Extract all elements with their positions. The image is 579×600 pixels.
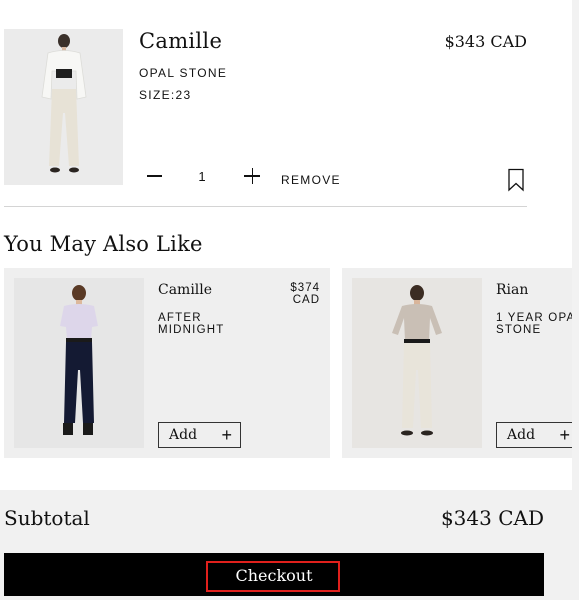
product-photo-icon: [4, 29, 123, 185]
checkout-label: Checkout: [235, 566, 313, 585]
recommendation-color-line1: 1 YEAR OPAL: [496, 312, 572, 324]
add-to-cart-button[interactable]: Add +: [158, 422, 241, 448]
product-photo-icon: [352, 278, 482, 448]
quantity-increase-button[interactable]: [241, 165, 263, 187]
recommendation-name[interactable]: Rian: [496, 282, 528, 298]
recommendation-color-line1: AFTER: [158, 312, 202, 324]
item-size: SIZE:23: [139, 88, 192, 102]
plus-icon: +: [559, 425, 570, 445]
add-label: Add: [507, 427, 536, 443]
subtotal-label: Subtotal: [4, 506, 90, 530]
recommendation-image[interactable]: [14, 278, 144, 448]
recommendation-color-line2: MIDNIGHT: [158, 324, 225, 336]
item-name[interactable]: Camille: [139, 29, 222, 53]
divider: [4, 206, 527, 207]
cart-footer: Subtotal $343 CAD Checkout: [0, 490, 579, 600]
scrollbar[interactable]: [572, 0, 579, 490]
recommendation-image[interactable]: [352, 278, 482, 448]
plus-icon: +: [221, 425, 232, 445]
quantity-value: 1: [198, 169, 206, 184]
add-to-cart-button[interactable]: Add +: [496, 422, 572, 448]
recommendations-title: You May Also Like: [4, 232, 203, 256]
recommendation-name[interactable]: Camille: [158, 282, 212, 298]
subtotal-value: $343 CAD: [440, 506, 544, 530]
add-label: Add: [169, 427, 198, 443]
bookmark-icon[interactable]: [507, 168, 525, 192]
cart-item: Camille $343 CAD OPAL STONE SIZE:23 1 RE…: [0, 0, 572, 207]
recommendation-color: AFTER MIDNIGHT: [158, 312, 224, 336]
quantity-decrease-button[interactable]: [143, 165, 165, 187]
checkout-button[interactable]: Checkout: [4, 553, 544, 596]
product-photo-icon: [14, 278, 144, 448]
recommendation-card[interactable]: Camille $374 CAD AFTER MIDNIGHT Add +: [4, 268, 330, 458]
recommendation-price-currency: CAD: [292, 294, 320, 306]
remove-button[interactable]: REMOVE: [281, 173, 341, 187]
recommendation-card[interactable]: Rian 1 YEAR OPAL STONE Add +: [342, 268, 572, 458]
item-color: OPAL STONE: [139, 66, 228, 80]
recommendation-color: 1 YEAR OPAL STONE: [496, 312, 572, 336]
item-price: $343 CAD: [444, 32, 527, 51]
product-image[interactable]: [4, 29, 123, 185]
recommendation-price-amount: $374: [290, 282, 320, 294]
recommendation-price: $374 CAD: [290, 282, 320, 306]
recommendation-color-line2: STONE: [496, 324, 542, 336]
